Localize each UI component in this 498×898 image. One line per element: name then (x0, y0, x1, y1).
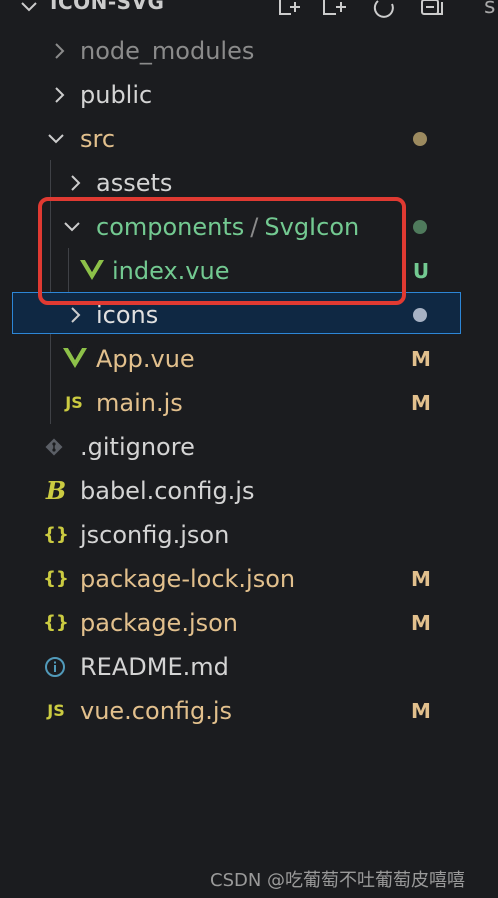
tree-item-label: public (80, 81, 153, 109)
git-status-badge: M (411, 611, 431, 635)
untracked-dot (413, 220, 427, 234)
tree-item-package-json[interactable]: {} package.json M (0, 601, 462, 645)
status-dot (413, 308, 427, 322)
tree-item-label: jsconfig.json (80, 521, 230, 549)
modified-dot (413, 132, 427, 146)
info-icon (45, 657, 65, 677)
refresh-icon[interactable] (372, 0, 398, 18)
explorer-header: ICON-SVG (0, 0, 462, 18)
vue-icon (63, 348, 87, 368)
tree-item-label: package.json (80, 609, 239, 637)
explorer-panel: ICON-SVG node_modules public src assets … (0, 0, 462, 898)
tree-item-label: node_modules (80, 37, 255, 65)
git-status-badge: M (411, 347, 431, 371)
git-status-badge: M (411, 567, 431, 591)
git-icon (45, 438, 63, 456)
json-icon: {} (43, 524, 69, 545)
explorer-title: ICON-SVG (50, 0, 165, 14)
tree-item-babel-config[interactable]: B babel.config.js (0, 469, 462, 513)
tree-item-label: package-lock.json (80, 565, 296, 593)
tree-item-jsconfig[interactable]: {} jsconfig.json (0, 513, 462, 557)
tree-item-main-js[interactable]: JS main.js M (0, 381, 462, 425)
git-status-badge: M (411, 391, 431, 415)
js-icon: JS (47, 701, 65, 720)
json-icon: {} (43, 612, 69, 633)
chevron-right-icon (55, 43, 65, 59)
new-file-icon[interactable] (277, 0, 303, 18)
tree-item-gitignore[interactable]: .gitignore (0, 425, 462, 469)
tree-item-label: babel.config.js (80, 477, 255, 505)
babel-icon: B (45, 476, 67, 505)
tree-item-package-lock[interactable]: {} package-lock.json M (0, 557, 462, 601)
tree-item-label: App.vue (96, 345, 195, 373)
tree-item-label: .gitignore (80, 433, 195, 461)
git-status-badge: M (411, 699, 431, 723)
chevron-right-icon (55, 87, 65, 103)
tree-item-app-vue[interactable]: App.vue M (0, 337, 462, 381)
chevron-down-icon (48, 134, 64, 144)
tree-item-label: vue.config.js (80, 697, 233, 725)
chevron-down-icon[interactable] (20, 0, 38, 14)
peek-text: s (484, 0, 496, 19)
json-icon: {} (43, 568, 69, 589)
chevron-right-icon (71, 175, 81, 191)
collapse-all-icon[interactable] (420, 0, 446, 18)
tree-item-src[interactable]: src (0, 117, 462, 161)
tree-item-label: README.md (80, 653, 229, 681)
js-icon: JS (65, 393, 83, 412)
tree-item-node-modules[interactable]: node_modules (0, 29, 462, 73)
annotation-highlight-box (38, 197, 406, 305)
chevron-right-icon (71, 307, 81, 323)
tree-item-public[interactable]: public (0, 73, 462, 117)
git-status-badge: U (412, 259, 430, 283)
tree-item-label: main.js (96, 389, 183, 417)
watermark: CSDN @吃葡萄不吐葡萄皮嘻嘻 (210, 870, 466, 891)
new-folder-icon[interactable] (322, 0, 348, 18)
tree-item-vue-config[interactable]: JS vue.config.js M (0, 689, 462, 733)
right-panel-edge: s (462, 0, 498, 898)
tree-item-label: src (80, 125, 116, 153)
tree-item-readme[interactable]: README.md (0, 645, 462, 689)
